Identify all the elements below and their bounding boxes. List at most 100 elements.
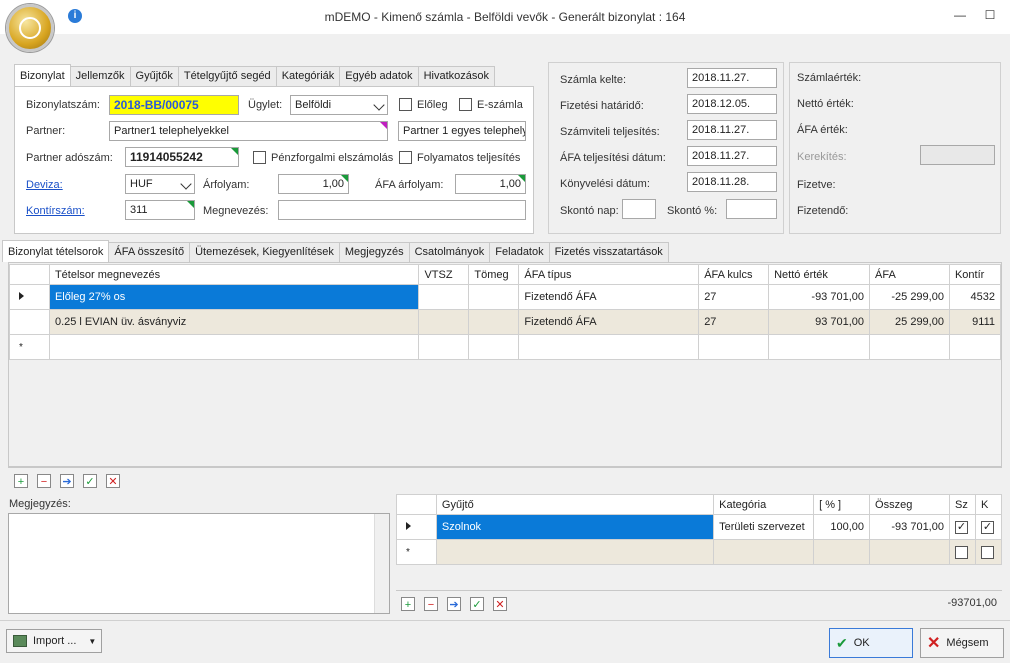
- deviza-link[interactable]: Deviza:: [26, 179, 63, 191]
- ugylet-select[interactable]: Belföldi: [290, 95, 388, 115]
- sz-checkbox-checked[interactable]: ✓: [954, 520, 968, 534]
- cell-afa-kulcs[interactable]: 27: [698, 284, 770, 310]
- afa-arfolyam-field[interactable]: 1,00: [455, 174, 526, 194]
- cell-empty[interactable]: [948, 334, 1002, 360]
- megjegyzes-textarea[interactable]: [8, 513, 390, 614]
- cell-afa-kulcs[interactable]: 27: [698, 309, 770, 335]
- adoszam-field[interactable]: 11914055242: [125, 147, 239, 167]
- col-netto[interactable]: Nettó érték: [768, 264, 871, 285]
- minimize-button[interactable]: —: [952, 8, 968, 22]
- cell-k[interactable]: ✓: [974, 514, 1003, 540]
- cell-osszeg[interactable]: -93 701,00: [869, 514, 950, 540]
- cell-empty[interactable]: [869, 334, 950, 360]
- cell-afa-tipus[interactable]: Fizetendő ÁFA: [518, 309, 700, 335]
- col-tetelsor[interactable]: Tételsor megnevezés: [48, 264, 420, 285]
- cancel-button[interactable]: ✕ Mégsem: [920, 628, 1004, 658]
- megnevezes-field[interactable]: [278, 200, 526, 220]
- fizetesi-hatarido-field[interactable]: 2018.12.05.: [687, 94, 777, 114]
- col-tomeg[interactable]: Tömeg: [468, 264, 520, 285]
- cell-gyujto[interactable]: Szolnok: [435, 514, 715, 540]
- cell-empty[interactable]: [518, 334, 700, 360]
- info-icon[interactable]: i: [68, 9, 82, 23]
- table-row[interactable]: 0.25 l EVIAN üv. ásványviz Fizetendő ÁFA…: [9, 309, 1002, 335]
- delete-row-icon[interactable]: −: [37, 474, 51, 488]
- col-gyujto[interactable]: Gyűjtő: [435, 494, 715, 515]
- cell-afa[interactable]: -25 299,00: [869, 284, 950, 310]
- tab-bizonylat[interactable]: Bizonylat: [14, 64, 71, 86]
- cell-kontir[interactable]: 9111: [948, 309, 1002, 335]
- tab-bizonylat-tetelsorok[interactable]: Bizonylat tételsorok: [2, 240, 110, 262]
- kontirszam-field[interactable]: 311: [125, 200, 195, 220]
- col-vtsz[interactable]: VTSZ: [418, 264, 470, 285]
- maximize-button[interactable]: ☐: [982, 8, 998, 22]
- tab-csatolmanyok[interactable]: Csatolmányok: [408, 242, 491, 262]
- table-row[interactable]: Szolnok Területi szervezet 100,00 -93 70…: [396, 514, 1003, 540]
- ok-button[interactable]: ✔ OK: [829, 628, 913, 658]
- deviza-select[interactable]: HUF: [125, 174, 195, 194]
- partner-site-field[interactable]: Partner 1 egyes telephely: [398, 121, 526, 141]
- sz-checkbox[interactable]: [954, 545, 968, 559]
- konyvelesi-field[interactable]: 2018.11.28.: [687, 172, 777, 192]
- col-sz[interactable]: Sz: [948, 494, 976, 515]
- delete-collector-icon[interactable]: −: [424, 597, 438, 611]
- insert-collector-icon[interactable]: ➔: [447, 597, 461, 611]
- arfolyam-field[interactable]: 1,00: [278, 174, 349, 194]
- szamla-kelte-field[interactable]: 2018.11.27.: [687, 68, 777, 88]
- col-kategoria[interactable]: Kategória: [713, 494, 815, 515]
- tab-kategoriak[interactable]: Kategóriák: [275, 66, 341, 86]
- clear-collectors-icon[interactable]: ✕: [493, 597, 507, 611]
- eloleg-checkbox[interactable]: [399, 98, 412, 111]
- cell-afa-tipus[interactable]: Fizetendő ÁFA: [518, 284, 700, 310]
- skonto-nap-field[interactable]: [622, 199, 656, 219]
- cell-k[interactable]: [974, 539, 1003, 565]
- cell-sz[interactable]: [948, 539, 976, 565]
- tab-utemezesek[interactable]: Ütemezések, Kiegyenlítések: [189, 242, 340, 262]
- tab-gyujtok[interactable]: Gyűjtők: [129, 66, 179, 86]
- eszamla-checkbox[interactable]: [459, 98, 472, 111]
- tab-afa-osszesito[interactable]: ÁFA összesítő: [108, 242, 191, 262]
- skonto-pct-field[interactable]: [726, 199, 777, 219]
- new-row[interactable]: *: [396, 539, 1003, 565]
- szamviteli-field[interactable]: 2018.11.27.: [687, 120, 777, 140]
- cell-empty[interactable]: [768, 334, 871, 360]
- cell-empty[interactable]: [435, 539, 715, 565]
- folyamatos-checkbox[interactable]: [399, 151, 412, 164]
- tab-feladatok[interactable]: Feladatok: [489, 242, 550, 262]
- k-checkbox-checked[interactable]: ✓: [980, 520, 994, 534]
- cell-empty[interactable]: [48, 334, 420, 360]
- edit-row-icon[interactable]: ✓: [83, 474, 97, 488]
- cell-tomeg[interactable]: [468, 284, 520, 310]
- cell-empty[interactable]: [698, 334, 770, 360]
- cell-empty[interactable]: [813, 539, 871, 565]
- partner-field[interactable]: Partner1 telephelyekkel: [109, 121, 388, 141]
- new-row[interactable]: *: [9, 334, 1002, 360]
- col-afa-kulcs[interactable]: ÁFA kulcs: [698, 264, 770, 285]
- col-afa[interactable]: ÁFA: [869, 264, 950, 285]
- tab-megjegyzes[interactable]: Megjegyzés: [338, 242, 410, 262]
- afa-teljesitesi-field[interactable]: 2018.11.27.: [687, 146, 777, 166]
- tab-tetelgyujto-seged[interactable]: Tételgyűjtő segéd: [177, 66, 277, 86]
- table-row[interactable]: Előleg 27% os Fizetendő ÁFA 27 -93 701,0…: [9, 284, 1002, 310]
- col-kontir[interactable]: Kontír: [948, 264, 1002, 285]
- cell-kontir[interactable]: 4532: [948, 284, 1002, 310]
- bizonylatszam-field[interactable]: 2018-BB/00075: [109, 95, 239, 115]
- cell-kategoria[interactable]: Területi szervezet: [713, 514, 815, 540]
- insert-row-icon[interactable]: ➔: [60, 474, 74, 488]
- cell-afa[interactable]: 25 299,00: [869, 309, 950, 335]
- tab-hivatkozasok[interactable]: Hivatkozások: [417, 66, 495, 86]
- col-osszeg[interactable]: Összeg: [869, 494, 950, 515]
- clear-rows-icon[interactable]: ✕: [106, 474, 120, 488]
- tab-egyeb-adatok[interactable]: Egyéb adatok: [339, 66, 419, 86]
- cell-vtsz[interactable]: [418, 284, 470, 310]
- add-collector-icon[interactable]: +: [401, 597, 415, 611]
- col-pct[interactable]: [ % ]: [813, 494, 871, 515]
- cell-empty[interactable]: [468, 334, 520, 360]
- cell-sz[interactable]: ✓: [948, 514, 976, 540]
- megjegyzes-scrollbar[interactable]: [374, 514, 389, 613]
- penzforgalmi-checkbox[interactable]: [253, 151, 266, 164]
- cell-pct[interactable]: 100,00: [813, 514, 871, 540]
- cell-netto[interactable]: -93 701,00: [768, 284, 871, 310]
- edit-collector-icon[interactable]: ✓: [470, 597, 484, 611]
- cell-name[interactable]: 0.25 l EVIAN üv. ásványviz: [48, 309, 420, 335]
- cell-name[interactable]: Előleg 27% os: [48, 284, 420, 310]
